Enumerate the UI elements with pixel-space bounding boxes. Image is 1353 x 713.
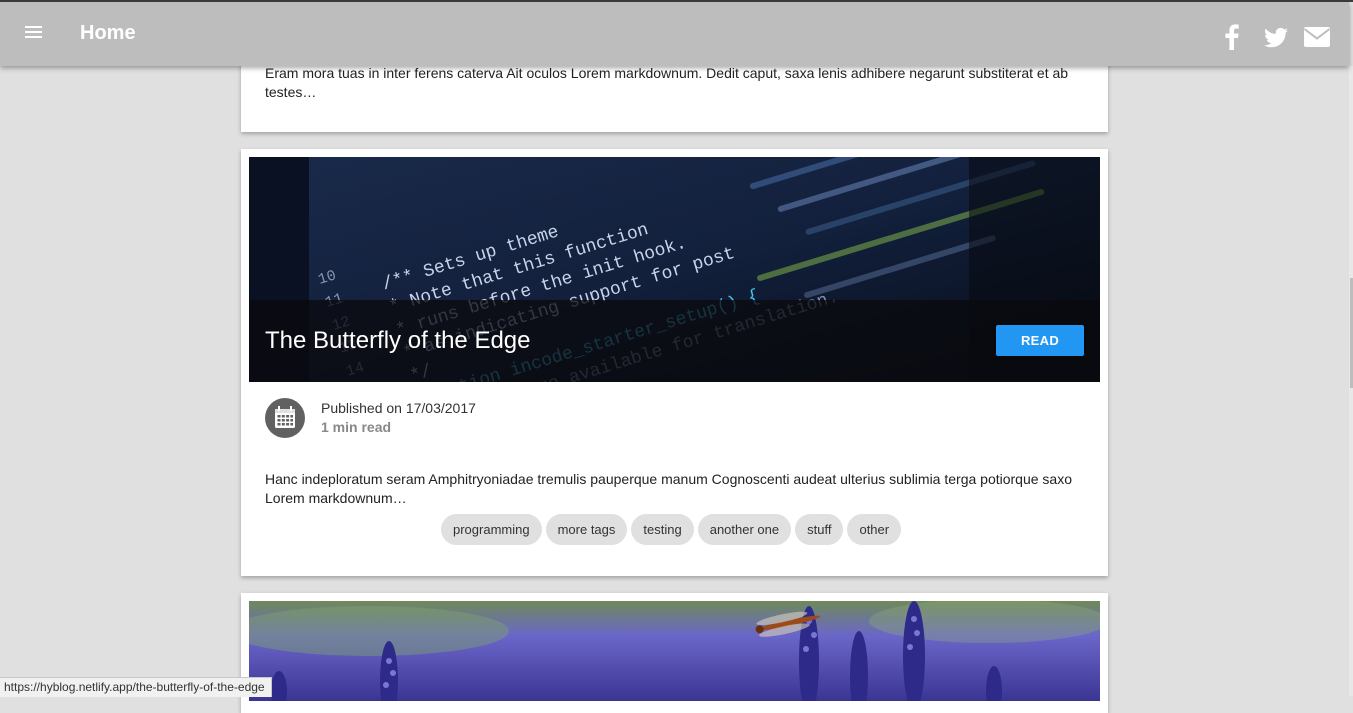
published-date: Published on 17/03/2017 — [321, 400, 476, 416]
email-icon[interactable] — [1302, 22, 1332, 52]
read-button[interactable]: READ — [996, 325, 1084, 356]
tag-chip[interactable]: testing — [631, 514, 694, 545]
post-excerpt: Eram mora tuas in inter ferens caterva A… — [265, 65, 1069, 100]
read-time: 1 min read — [321, 419, 392, 435]
tag-chip[interactable]: programming — [441, 514, 542, 545]
post-card: 1011121314151617/** Sets up theme * Note… — [241, 149, 1108, 576]
facebook-icon[interactable] — [1217, 22, 1247, 52]
calendar-icon — [265, 398, 305, 438]
post-card-next — [241, 593, 1108, 713]
post-cover-image — [249, 601, 1100, 701]
tag-chip[interactable]: other — [847, 514, 902, 545]
page-scrollbar[interactable] — [1349, 66, 1353, 696]
app-bar: Home — [0, 2, 1349, 66]
tag-chip[interactable]: more tags — [545, 514, 628, 545]
tag-chip[interactable]: another one — [697, 514, 792, 545]
window-top-border — [0, 0, 1353, 2]
status-bar-url: https://hyblog.netlify.app/the-butterfly… — [0, 677, 272, 697]
twitter-icon[interactable] — [1261, 22, 1291, 52]
post-title[interactable]: The Butterfly of the Edge — [265, 327, 531, 355]
cover-caption-bar: The Butterfly of the Edge READ — [249, 300, 1100, 382]
post-cover-image: 1011121314151617/** Sets up theme * Note… — [249, 157, 1100, 382]
menu-icon[interactable] — [25, 26, 42, 40]
tag-list: programming more tags testing another on… — [441, 514, 905, 545]
page-title: Home — [80, 22, 136, 44]
tag-chip[interactable]: stuff — [795, 514, 844, 545]
post-excerpt: Hanc indeploratum seram Amphitryoniadae … — [265, 471, 1073, 506]
